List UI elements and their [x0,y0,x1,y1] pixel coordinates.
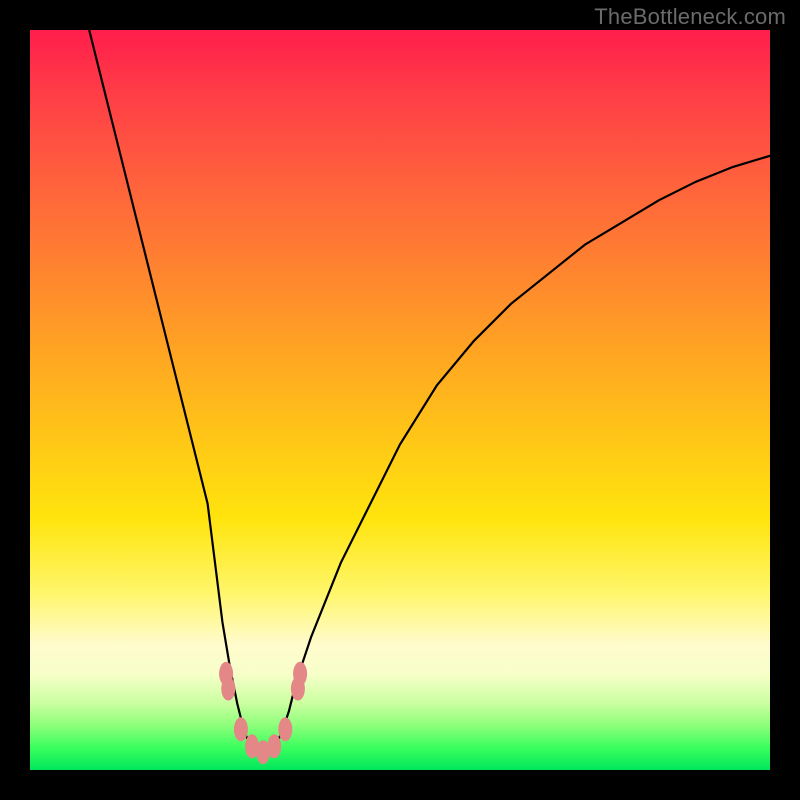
curve-marker [234,717,248,741]
curve-svg [30,30,770,770]
bottleneck-curve [89,30,770,755]
curve-marker [293,662,307,686]
curve-marker [221,677,235,701]
plot-area [30,30,770,770]
curve-marker [278,717,292,741]
curve-marker [267,734,281,758]
watermark-text: TheBottleneck.com [594,4,786,30]
chart-frame: TheBottleneck.com [0,0,800,800]
curve-markers [219,662,307,764]
